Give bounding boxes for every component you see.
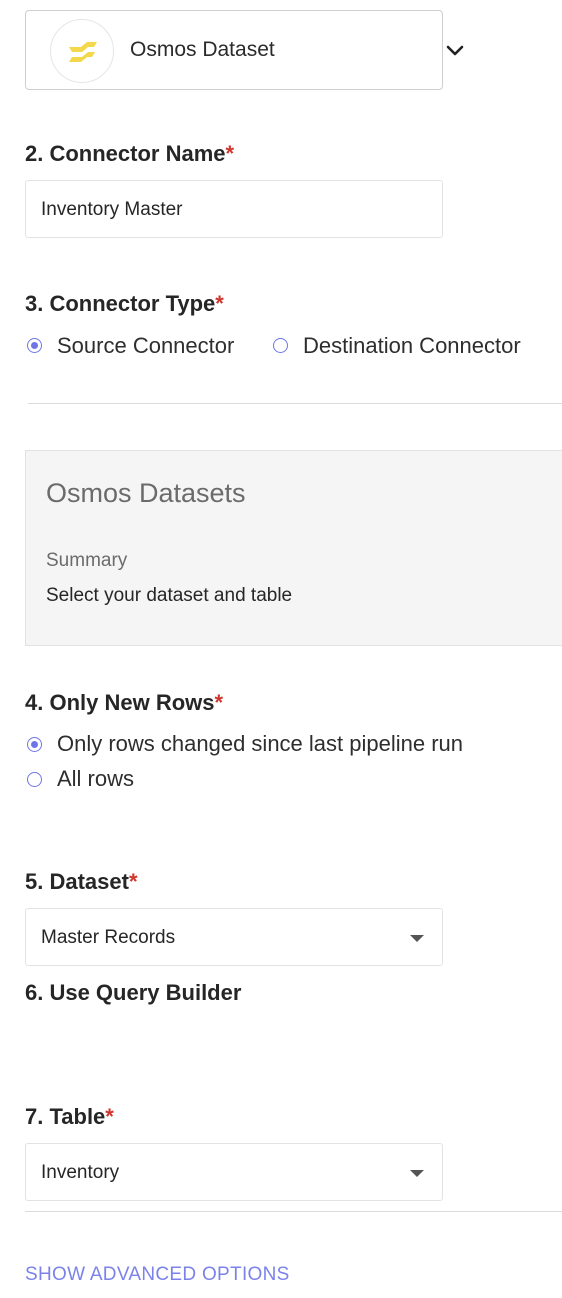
info-title: Osmos Datasets	[46, 478, 246, 508]
connector-logo	[50, 19, 114, 83]
radio-label-destination[interactable]: Destination Connector	[303, 332, 521, 360]
connector-name-value: Inventory Master	[41, 199, 183, 220]
radio-changed-rows[interactable]	[27, 737, 42, 752]
dataset-select[interactable]: Master Records	[25, 908, 443, 966]
query-builder-label: 6. Use Query Builder	[25, 980, 242, 1005]
radio-label-source[interactable]: Source Connector	[57, 332, 234, 360]
caret-down-icon	[410, 935, 424, 942]
dataset-label: 5. Dataset*	[25, 869, 138, 894]
required-mark: *	[105, 1104, 114, 1129]
table-select[interactable]: Inventory	[25, 1143, 443, 1201]
required-mark: *	[215, 291, 224, 316]
radio-label-all-rows[interactable]: All rows	[57, 765, 134, 793]
only-new-rows-label: 4. Only New Rows*	[25, 690, 224, 715]
info-summary-label: Summary	[46, 550, 128, 571]
dataset-value: Master Records	[41, 927, 176, 948]
divider	[25, 1211, 562, 1212]
chevron-down-icon[interactable]	[444, 40, 466, 62]
caret-down-icon	[410, 1170, 424, 1177]
connector-name-input[interactable]: Inventory Master	[25, 180, 443, 238]
connector-name-label: 2. Connector Name*	[25, 141, 235, 166]
radio-label-changed-rows[interactable]: Only rows changed since last pipeline ru…	[57, 730, 463, 758]
connector-name-display: Osmos Dataset	[130, 38, 275, 61]
divider	[28, 403, 562, 404]
osmos-logo-icon	[69, 42, 97, 62]
radio-all-rows[interactable]	[27, 772, 42, 787]
required-mark: *	[214, 690, 224, 715]
required-mark: *	[128, 869, 138, 894]
info-summary-text: Select your dataset and table	[46, 585, 293, 606]
radio-destination-connector[interactable]	[273, 338, 288, 353]
table-value: Inventory	[41, 1162, 120, 1183]
required-mark: *	[225, 141, 235, 166]
radio-source-connector[interactable]	[27, 338, 42, 353]
show-advanced-options-button[interactable]: SHOW ADVANCED OPTIONS	[25, 1262, 290, 1288]
connector-type-label: 3. Connector Type*	[25, 291, 224, 316]
table-label: 7. Table*	[25, 1104, 114, 1129]
